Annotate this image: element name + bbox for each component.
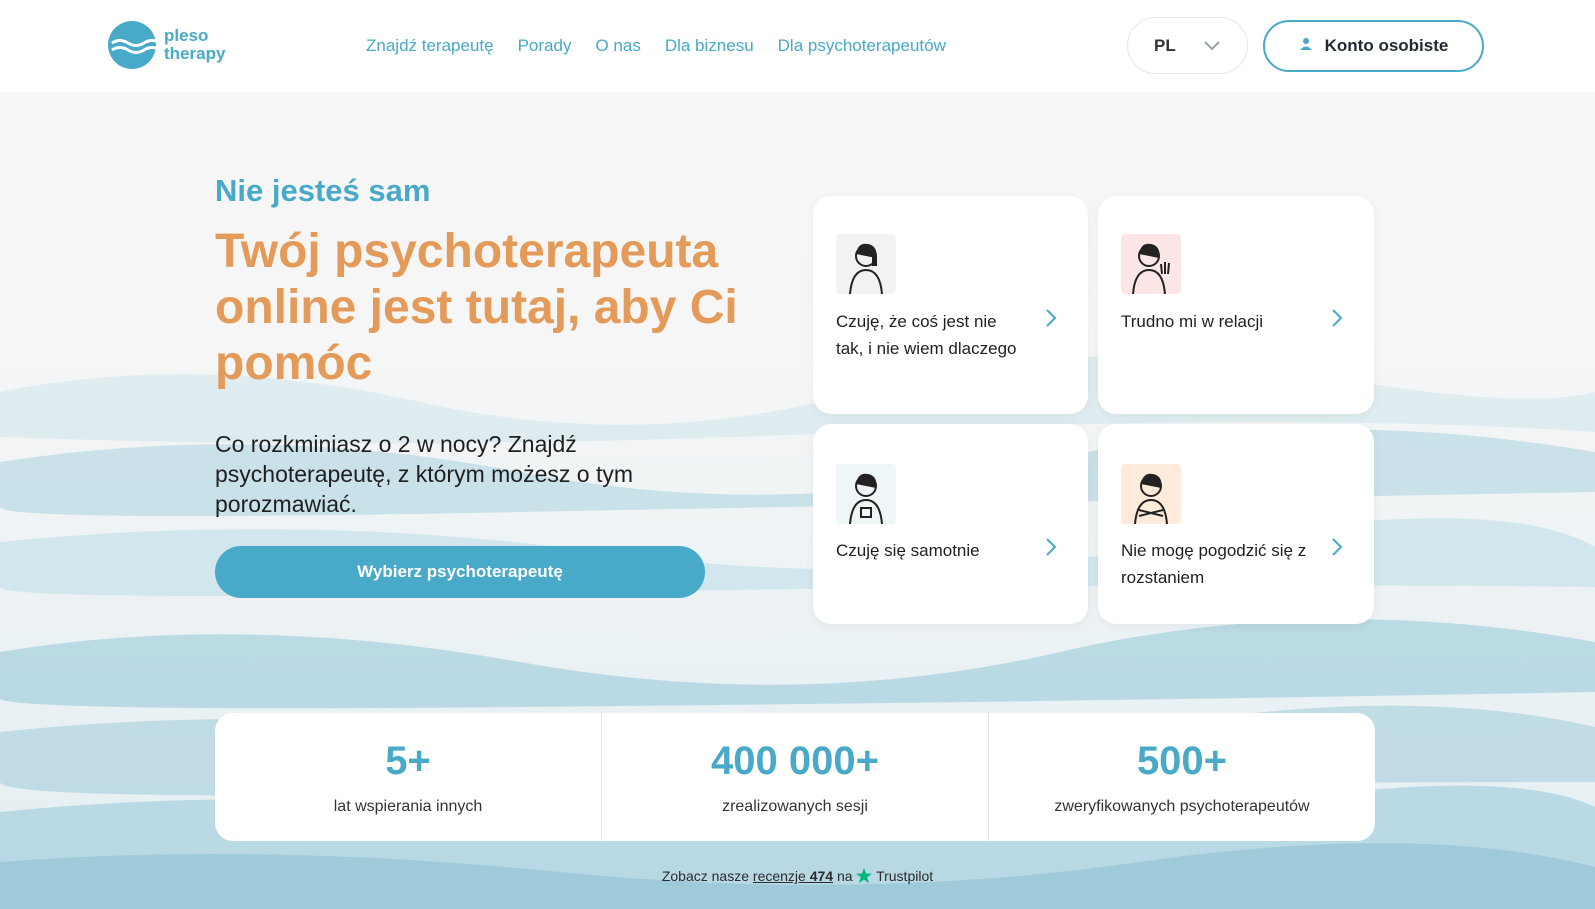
stat-description: lat wspierania innych xyxy=(333,797,483,815)
trustpilot-line: Zobacz nasze recenzje 474 na Trustpilot xyxy=(0,868,1595,884)
stat-number: 5+ xyxy=(385,738,431,783)
stat-description: zrealizowanych sesji xyxy=(722,797,868,815)
woman-waving-icon xyxy=(1121,234,1181,295)
trustpilot-star-icon xyxy=(856,868,876,884)
nav-for-therapists[interactable]: Dla psychoterapeutów xyxy=(778,36,946,56)
woman-holding-cup-icon xyxy=(836,464,896,525)
card-breakup[interactable]: Nie mogę pogodzić się z rozstaniem xyxy=(1098,424,1374,624)
card-label: Czuję, że coś jest nie tak, i nie wiem d… xyxy=(836,312,1017,358)
stat-sessions: 400 000+ zrealizowanych sesji xyxy=(601,713,988,841)
stat-number: 400 000+ xyxy=(711,738,879,783)
trustpilot-brand[interactable]: Trustpilot xyxy=(876,868,933,884)
trust-mid: na xyxy=(836,868,853,884)
person-icon xyxy=(1299,36,1313,56)
trust-prefix: Zobacz nasze xyxy=(661,868,750,884)
logo-text-line2: therapy xyxy=(164,44,226,63)
logo[interactable]: pleso therapy xyxy=(108,21,225,69)
logo-mark-icon xyxy=(108,21,156,69)
card-lonely[interactable]: Czuję się samotnie xyxy=(813,424,1088,624)
stat-description: zweryfikowanych psychoterapeutów xyxy=(1054,797,1310,815)
account-button[interactable]: Konto osobiste xyxy=(1263,20,1484,72)
woman-on-phone-icon xyxy=(836,234,896,295)
chevron-right-icon xyxy=(1044,308,1058,333)
nav-find-therapist[interactable]: Znajdź terapeutę xyxy=(366,36,494,56)
stat-number: 500+ xyxy=(1136,738,1228,783)
nav-about[interactable]: O nas xyxy=(595,36,640,56)
chevron-right-icon xyxy=(1330,308,1344,333)
stats-panel: 5+ lat wspierania innych 400 000+ zreali… xyxy=(215,713,1375,841)
stat-therapists: 500+ zweryfikowanych psychoterapeutów xyxy=(988,713,1375,841)
logo-text-line1: pleso xyxy=(164,26,209,45)
nav-advice[interactable]: Porady xyxy=(518,36,572,56)
chevron-right-icon xyxy=(1044,537,1058,562)
card-label: Nie mogę pogodzić się z rozstaniem xyxy=(1121,541,1307,587)
card-label: Trudno mi w relacji xyxy=(1121,312,1264,331)
account-label: Konto osobiste xyxy=(1324,36,1449,55)
card-label: Czuję się samotnie xyxy=(836,541,980,560)
reviews-link[interactable]: recenzje 474 xyxy=(753,868,833,884)
chevron-right-icon xyxy=(1330,537,1344,562)
woman-crossed-arms-icon xyxy=(1121,464,1181,525)
card-relationship[interactable]: Trudno mi w relacji xyxy=(1098,196,1374,414)
hero-kicker: Nie jesteś sam xyxy=(215,173,431,208)
hero-lead: Co rozkminiasz o 2 w nocy? Znajdź psycho… xyxy=(215,431,633,517)
language-value: PL xyxy=(1154,35,1176,55)
nav-business[interactable]: Dla biznesu xyxy=(665,36,754,56)
stat-years: 5+ lat wspierania innych xyxy=(215,713,601,841)
choose-therapist-button[interactable]: Wybierz psychoterapeutę xyxy=(215,546,705,598)
chevron-down-icon xyxy=(1201,34,1223,61)
main-nav: Znajdź terapeutę Porady O nas Dla biznes… xyxy=(366,36,970,56)
hero-headline: Twój psychoterapeuta online jest tutaj, … xyxy=(215,225,738,390)
language-select[interactable]: PL xyxy=(1127,17,1248,74)
card-something-wrong[interactable]: Czuję, że coś jest nie tak, i nie wiem d… xyxy=(813,196,1088,414)
site-header: pleso therapy Znajdź terapeutę Porady O … xyxy=(0,0,1595,92)
